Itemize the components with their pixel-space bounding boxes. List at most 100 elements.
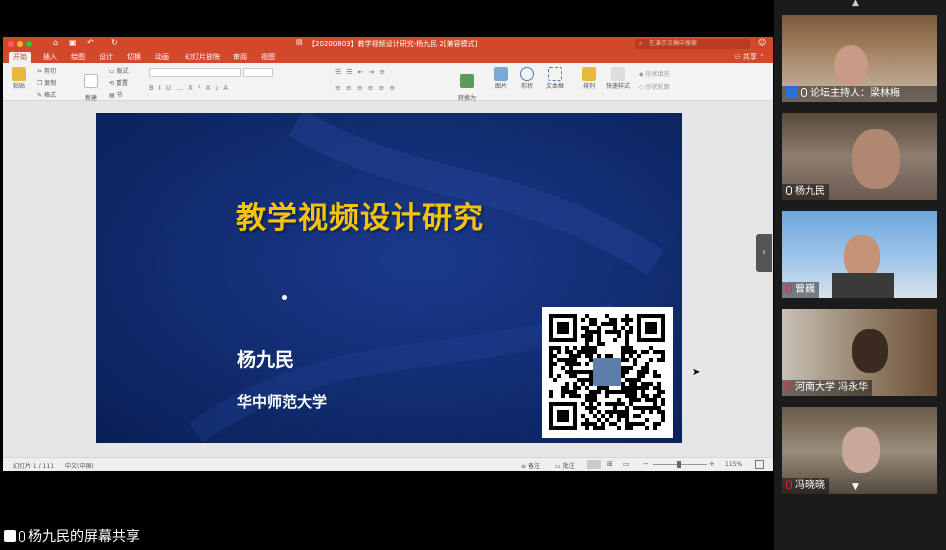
participant-name: 河南大学 冯永华 — [795, 382, 869, 393]
ribbon-tabs: 开始 插入 绘图 设计 切换 动画 幻灯片放映 审阅 视图 ⚇ 共享 ⌃ — [3, 51, 773, 63]
shape-label: 形状 — [520, 83, 533, 90]
document-title: 【20200803】教学视频设计研究-杨九民 2[兼容模式] — [308, 40, 478, 48]
title-bar: ⌂ ▣ ↶ ↻ ▤ 【20200803】教学视频设计研究-杨九民 2[兼容模式]… — [3, 37, 773, 51]
tab-design[interactable]: 设计 — [95, 52, 117, 63]
tab-animations[interactable]: 动画 — [151, 52, 173, 63]
participants-panel: ▲ 论坛主持人：梁林梅 杨九民 曾巍 河南大学 冯永华 冯晓晓 ▼ — [774, 0, 946, 550]
tab-view[interactable]: 视图 — [257, 52, 279, 63]
shape-button[interactable]: 形状 — [517, 67, 537, 90]
picture-button[interactable]: 图片 — [491, 67, 511, 90]
layout-button[interactable]: ▭ 版式 — [109, 66, 129, 78]
share-button[interactable]: ⚇ 共享 ⌃ — [734, 52, 765, 62]
participant-name: 曾巍 — [795, 284, 815, 295]
tab-slideshow[interactable]: 幻灯片放映 — [181, 52, 224, 63]
brush-icon: ✎ — [37, 92, 44, 99]
tab-transitions[interactable]: 切换 — [123, 52, 145, 63]
redo-icon[interactable]: ↻ — [111, 38, 118, 47]
arrange-button[interactable]: 排列 — [579, 67, 599, 90]
format-label: 格式 — [43, 92, 56, 99]
user-icon[interactable]: ☺ — [758, 38, 766, 47]
share-label: 共享 — [742, 53, 757, 61]
tab-home[interactable]: 开始 — [9, 52, 31, 63]
participant-label: 河南大学 冯永华 — [782, 380, 873, 396]
participant-name: 论坛主持人：梁林梅 — [810, 88, 900, 99]
fit-to-window-button[interactable] — [755, 460, 764, 469]
reading-view-button[interactable]: ▭ — [623, 460, 630, 468]
reset-button[interactable]: ⟲ 重置 — [109, 78, 129, 90]
participant-tile[interactable]: 杨九民 — [782, 113, 937, 200]
textbox-icon — [548, 67, 562, 81]
search-icon: ⌕ — [639, 40, 643, 47]
tab-review[interactable]: 审阅 — [229, 52, 251, 63]
screen-share-banner: 杨九民的屏幕共享 — [0, 524, 200, 550]
scissors-icon: ✂ — [37, 68, 44, 75]
participant-tile[interactable]: 河南大学 冯永华 — [782, 309, 937, 396]
mic-muted-icon — [786, 284, 792, 293]
align-buttons[interactable]: ≡≡≡≡≡≡ — [335, 84, 400, 92]
participant-video — [842, 427, 880, 473]
mouse-cursor-icon: ➤ — [692, 367, 701, 378]
picture-label: 图片 — [494, 83, 507, 90]
cut-label: 剪切 — [43, 68, 56, 75]
mic-icon — [19, 531, 25, 542]
scroll-down-icon[interactable]: ▼ — [852, 482, 859, 492]
home-icon[interactable]: ⌂ — [53, 38, 58, 47]
normal-view-button[interactable] — [587, 460, 601, 469]
ribbon: 粘贴 ✂ 剪切 ❐ 复制 ✎ 格式 新建 幻灯片 ▭ 版式 ⟲ 重置 ▤ 节 B… — [3, 63, 773, 109]
notes-button[interactable]: ≡ 备注 — [521, 461, 540, 470]
font-size-select[interactable] — [243, 68, 273, 77]
participant-label: 冯晓晓 — [782, 478, 829, 494]
minimize-window-button[interactable] — [17, 41, 23, 47]
slide[interactable]: 教学视频设计研究 杨九民 华中师范大学 — [96, 113, 682, 443]
arrange-label: 排列 — [582, 83, 595, 90]
reset-icon: ⟲ — [109, 80, 116, 87]
participant-name: 杨九民 — [795, 186, 825, 197]
undo-icon[interactable]: ↶ — [87, 38, 94, 47]
zoom-out-button[interactable]: − — [643, 460, 649, 468]
sorter-view-button[interactable]: ⊞ — [607, 460, 613, 468]
meeting-window: ⌂ ▣ ↶ ↻ ▤ 【20200803】教学视频设计研究-杨九民 2[兼容模式]… — [0, 0, 946, 550]
zoom-slider-thumb[interactable] — [677, 461, 681, 468]
document-icon: ▤ — [296, 38, 303, 46]
comments-button[interactable]: ▭ 批注 — [555, 461, 575, 470]
scroll-up-icon[interactable]: ▲ — [852, 0, 859, 8]
shape-fill-label: 形状填充 — [645, 71, 670, 78]
section-label: 节 — [116, 92, 123, 99]
paste-button[interactable]: 粘贴 — [8, 67, 30, 90]
tab-insert[interactable]: 插入 — [39, 52, 61, 63]
search-placeholder: 在演示文稿中搜索 — [649, 40, 698, 47]
list-buttons[interactable]: ☰☰⇤⇥≡ — [335, 68, 390, 76]
cut-button[interactable]: ✂ 剪切 — [37, 66, 56, 78]
participant-video — [834, 45, 868, 85]
save-icon[interactable]: ▣ — [69, 38, 77, 47]
close-window-button[interactable] — [8, 41, 14, 47]
participant-tile[interactable]: 冯晓晓 — [782, 407, 937, 494]
host-icon — [786, 86, 798, 98]
participant-label: 曾巍 — [782, 282, 819, 298]
smartart-icon — [460, 74, 474, 88]
zoom-in-button[interactable]: + — [709, 460, 715, 468]
slide-title: 教学视频设计研究 — [236, 201, 484, 236]
notes-label: 备注 — [527, 463, 540, 470]
copy-button[interactable]: ❐ 复制 — [37, 78, 56, 90]
maximize-window-button[interactable] — [26, 41, 32, 47]
share-banner-label: 杨九民的屏幕共享 — [28, 529, 140, 545]
participant-tile[interactable]: 曾巍 — [782, 211, 937, 298]
bullet-dot — [282, 295, 287, 300]
zoom-level[interactable]: 115% — [725, 461, 742, 468]
language-indicator[interactable]: 中文(中国) — [65, 461, 94, 470]
participant-video — [852, 329, 888, 373]
shape-outline-button[interactable]: ◇ 形状轮廓 — [639, 81, 670, 94]
tab-draw[interactable]: 绘图 — [67, 52, 89, 63]
shape-fill-button[interactable]: ◆ 形状填充 — [639, 68, 670, 81]
participant-tile[interactable]: 论坛主持人：梁林梅 — [782, 15, 937, 102]
font-family-select[interactable] — [149, 68, 241, 77]
font-format-buttons[interactable]: BIU…X²X₂A — [149, 84, 233, 92]
quick-styles-button[interactable]: 快速样式 — [605, 67, 631, 90]
shape-outline-label: 形状轮廓 — [645, 84, 670, 91]
paste-label: 粘贴 — [12, 83, 25, 90]
collapse-panel-button[interactable]: › — [756, 234, 772, 272]
search-field[interactable]: ⌕ 在演示文稿中搜索 — [635, 39, 750, 49]
textbox-button[interactable]: 文本框 — [543, 67, 567, 90]
reset-label: 重置 — [115, 80, 128, 87]
